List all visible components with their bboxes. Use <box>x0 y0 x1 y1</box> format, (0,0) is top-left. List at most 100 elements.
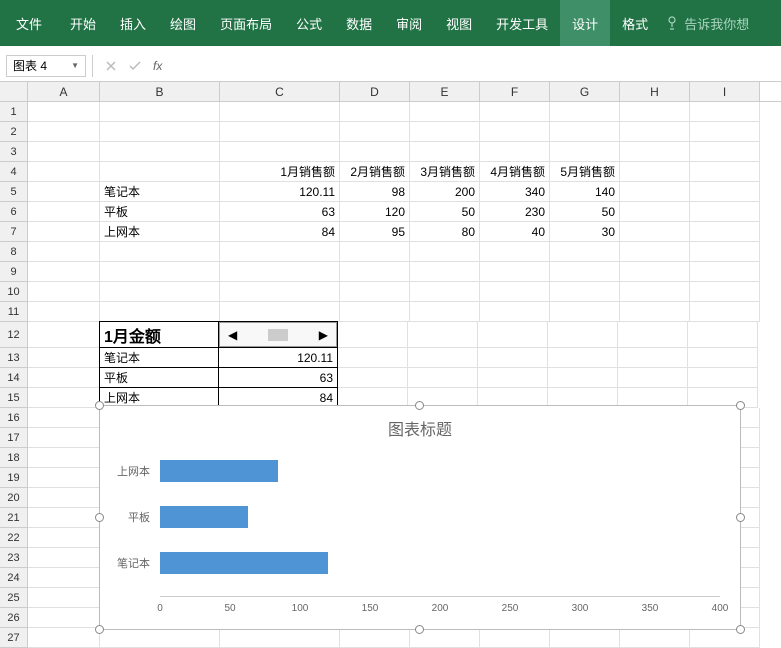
cell[interactable] <box>28 488 100 508</box>
cell[interactable] <box>620 122 690 142</box>
cell[interactable] <box>28 468 100 488</box>
resize-handle[interactable] <box>415 625 424 634</box>
row-header[interactable]: 7 <box>0 222 28 242</box>
row-header[interactable]: 27 <box>0 628 28 648</box>
cell[interactable] <box>480 142 550 162</box>
cell[interactable] <box>28 202 100 222</box>
row-header[interactable]: 21 <box>0 508 28 528</box>
ribbon-tab-7[interactable]: 审阅 <box>384 0 434 46</box>
cell[interactable] <box>340 102 410 122</box>
select-all-corner[interactable] <box>0 82 28 101</box>
row-header[interactable]: 11 <box>0 302 28 322</box>
resize-handle[interactable] <box>736 625 745 634</box>
cell[interactable] <box>550 628 620 648</box>
cell[interactable] <box>28 142 100 162</box>
cell[interactable] <box>478 322 548 348</box>
chart-bar[interactable]: 上网本 <box>160 460 278 482</box>
resize-handle[interactable] <box>95 513 104 522</box>
cell[interactable] <box>690 142 760 162</box>
ribbon-tab-4[interactable]: 页面布局 <box>208 0 284 46</box>
cell[interactable] <box>28 222 100 242</box>
chart-object[interactable]: 图表标题 上网本平板笔记本 050100150200250300350400 <box>99 405 741 630</box>
cell[interactable] <box>548 322 618 348</box>
cell[interactable] <box>690 628 760 648</box>
row-header[interactable]: 3 <box>0 142 28 162</box>
row-header[interactable]: 8 <box>0 242 28 262</box>
row-header[interactable]: 22 <box>0 528 28 548</box>
ribbon-tab-11[interactable]: 格式 <box>610 0 660 46</box>
row-header[interactable]: 2 <box>0 122 28 142</box>
col-header[interactable]: G <box>550 82 620 101</box>
cell[interactable]: 平板 <box>99 367 219 388</box>
cell[interactable] <box>550 102 620 122</box>
cell[interactable] <box>28 528 100 548</box>
cell[interactable] <box>410 282 480 302</box>
tell-me[interactable]: 告诉我你想 <box>660 0 755 46</box>
cell[interactable] <box>100 302 220 322</box>
cell[interactable] <box>220 122 340 142</box>
row-header[interactable]: 15 <box>0 388 28 408</box>
cell[interactable] <box>100 162 220 182</box>
chevron-down-icon[interactable]: ▼ <box>71 61 79 70</box>
cell[interactable]: 50 <box>410 202 480 222</box>
cell[interactable]: 平板 <box>100 202 220 222</box>
cell[interactable] <box>690 102 760 122</box>
row-header[interactable]: 17 <box>0 428 28 448</box>
scrollbar-thumb[interactable] <box>268 329 288 341</box>
cell[interactable] <box>410 302 480 322</box>
cell[interactable] <box>550 122 620 142</box>
row-header[interactable]: 5 <box>0 182 28 202</box>
cell[interactable] <box>410 102 480 122</box>
cell[interactable] <box>28 408 100 428</box>
cell[interactable]: 120.11 <box>220 182 340 202</box>
cell[interactable] <box>620 242 690 262</box>
cell[interactable]: 95 <box>340 222 410 242</box>
col-header[interactable]: A <box>28 82 100 101</box>
cell[interactable] <box>338 368 408 388</box>
cell[interactable] <box>340 142 410 162</box>
cell[interactable] <box>550 142 620 162</box>
cell[interactable] <box>480 242 550 262</box>
cell[interactable] <box>28 608 100 628</box>
cell[interactable] <box>28 568 100 588</box>
name-box[interactable]: 图表 4 ▼ <box>6 55 86 77</box>
cell[interactable] <box>100 628 220 648</box>
cell[interactable] <box>340 122 410 142</box>
cell[interactable] <box>690 202 760 222</box>
col-header[interactable]: D <box>340 82 410 101</box>
cell[interactable] <box>480 102 550 122</box>
col-header[interactable]: C <box>220 82 340 101</box>
cell[interactable] <box>410 242 480 262</box>
cell[interactable] <box>28 588 100 608</box>
col-header[interactable]: H <box>620 82 690 101</box>
cell[interactable] <box>688 368 758 388</box>
resize-handle[interactable] <box>415 401 424 410</box>
cell[interactable] <box>28 628 100 648</box>
formula-input[interactable] <box>168 55 781 77</box>
cell[interactable] <box>620 628 690 648</box>
cell[interactable] <box>28 428 100 448</box>
scrollbar-control[interactable]: ◀▶ <box>219 322 337 347</box>
cell[interactable] <box>28 162 100 182</box>
cell[interactable] <box>620 282 690 302</box>
cell[interactable] <box>620 182 690 202</box>
cell[interactable] <box>28 182 100 202</box>
row-header[interactable]: 25 <box>0 588 28 608</box>
ribbon-tab-8[interactable]: 视图 <box>434 0 484 46</box>
row-header[interactable]: 9 <box>0 262 28 282</box>
cell[interactable] <box>478 348 548 368</box>
col-header[interactable]: I <box>690 82 760 101</box>
cell[interactable] <box>480 122 550 142</box>
row-header[interactable]: 12 <box>0 322 28 348</box>
ribbon-tab-5[interactable]: 公式 <box>284 0 334 46</box>
cell[interactable] <box>690 242 760 262</box>
cell[interactable] <box>410 262 480 282</box>
cell[interactable] <box>220 302 340 322</box>
cell[interactable]: 63 <box>220 202 340 222</box>
cell[interactable]: 2月销售额 <box>340 162 410 182</box>
row-header[interactable]: 18 <box>0 448 28 468</box>
cell[interactable] <box>690 302 760 322</box>
cell[interactable] <box>690 122 760 142</box>
cell[interactable] <box>28 322 100 348</box>
cell[interactable]: 笔记本 <box>100 182 220 202</box>
